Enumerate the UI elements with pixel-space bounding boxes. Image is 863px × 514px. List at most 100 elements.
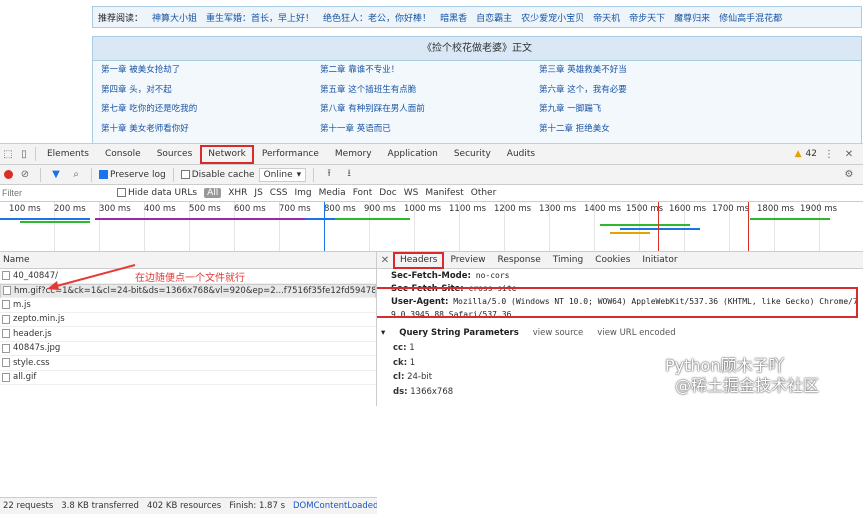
tabbar-right: ▲ 42 ⋮ ✕ bbox=[795, 146, 863, 162]
tab-timing[interactable]: Timing bbox=[547, 252, 589, 269]
gear-icon[interactable]: ⚙ bbox=[841, 167, 857, 183]
tab-cookies[interactable]: Cookies bbox=[589, 252, 636, 269]
record-icon[interactable] bbox=[4, 170, 13, 179]
script-file-icon bbox=[2, 300, 10, 310]
request-name: m.js bbox=[13, 299, 31, 310]
tab-audits[interactable]: Audits bbox=[499, 144, 543, 165]
rec-link[interactable]: 暗黑香 bbox=[440, 11, 467, 24]
type-filter-media[interactable]: Media bbox=[319, 188, 346, 198]
rec-link[interactable]: 帝天机 bbox=[593, 11, 620, 24]
chapter-link[interactable]: 第十一章 英语而已 bbox=[320, 120, 539, 140]
rec-link[interactable]: 魔尊归来 bbox=[674, 11, 710, 24]
request-row[interactable]: m.js bbox=[0, 298, 376, 313]
view-url-encoded-link[interactable]: view URL encoded bbox=[597, 325, 675, 341]
timeline-tick: 1900 ms bbox=[800, 204, 838, 214]
type-filter-all[interactable]: All bbox=[204, 188, 222, 198]
tab-network[interactable]: Network bbox=[200, 144, 254, 164]
user-agent-highlight-box bbox=[377, 287, 858, 318]
chapter-list-panel: 《捡个校花做老婆》正文 第一章 被美女抢劫了 第二章 靠谁不专业！ 第三章 英雄… bbox=[92, 36, 862, 143]
query-params-section[interactable]: ▾ Query String Parameters view source vi… bbox=[377, 325, 863, 341]
network-toolbar: ⊘ ▼ ⌕ Preserve log Disable cache Online ▾… bbox=[0, 165, 863, 185]
type-filter-xhr[interactable]: XHR bbox=[228, 188, 247, 198]
network-overview-timeline[interactable]: 100 ms 200 ms 300 ms 400 ms 500 ms 600 m… bbox=[0, 202, 863, 252]
recommended-label: 推荐阅读： bbox=[98, 13, 144, 24]
timeline-tick: 400 ms bbox=[144, 204, 176, 214]
type-filter-js[interactable]: JS bbox=[254, 188, 262, 198]
request-row[interactable]: zepto.min.js bbox=[0, 313, 376, 327]
detail-tabbar: ✕ Headers Preview Response Timing Cookie… bbox=[377, 252, 863, 269]
chapter-link[interactable]: 第六章 这个，我有必要 bbox=[539, 81, 758, 101]
chapter-link[interactable]: 第十二章 拒绝美女 bbox=[539, 120, 758, 140]
chapter-link[interactable]: 第一章 被美女抢劫了 bbox=[101, 61, 320, 81]
disable-cache-checkbox[interactable]: Disable cache bbox=[180, 169, 255, 180]
type-filter-ws[interactable]: WS bbox=[404, 188, 419, 198]
type-filter-css[interactable]: CSS bbox=[270, 188, 288, 198]
type-filter-doc[interactable]: Doc bbox=[379, 188, 396, 198]
tab-sources[interactable]: Sources bbox=[149, 144, 201, 165]
hide-data-urls-checkbox[interactable]: Hide data URLs bbox=[117, 188, 197, 198]
rec-link[interactable]: 重生军婚：首长，早上好！ bbox=[206, 11, 314, 24]
rec-link[interactable]: 农少爱宠小宝贝 bbox=[521, 11, 584, 24]
status-requests: 22 requests bbox=[3, 501, 54, 511]
stylesheet-file-icon bbox=[2, 358, 10, 368]
type-filter-other[interactable]: Other bbox=[471, 188, 497, 198]
devtools-tabbar: ⬚ ▯ Elements Console Sources Network Per… bbox=[0, 144, 863, 165]
search-icon[interactable]: ⌕ bbox=[68, 167, 84, 183]
request-row[interactable]: all.gif bbox=[0, 371, 376, 385]
type-filter-font[interactable]: Font bbox=[353, 188, 373, 198]
chapter-link[interactable]: 第十章 美女老师看你好 bbox=[101, 120, 320, 140]
tab-memory[interactable]: Memory bbox=[327, 144, 380, 165]
chapter-link[interactable]: 第八章 有种别踩在男人面前 bbox=[320, 100, 539, 120]
chapter-link[interactable]: 第九章 一脚踹飞 bbox=[539, 100, 758, 120]
request-row[interactable]: header.js bbox=[0, 327, 376, 342]
tab-preview[interactable]: Preview bbox=[444, 252, 491, 269]
section-title: Query String Parameters bbox=[399, 328, 519, 338]
tab-security[interactable]: Security bbox=[446, 144, 499, 165]
request-name: header.js bbox=[13, 328, 52, 339]
chapter-link[interactable]: 第三章 英雄救美不好当 bbox=[539, 61, 758, 81]
export-icon[interactable]: ⭳ bbox=[341, 167, 357, 183]
preserve-log-checkbox[interactable]: Preserve log bbox=[99, 169, 166, 180]
device-toolbar-icon[interactable]: ▯ bbox=[16, 146, 32, 162]
filter-icon[interactable]: ▼ bbox=[48, 167, 64, 183]
inspect-element-icon[interactable]: ⬚ bbox=[0, 146, 16, 162]
tab-headers[interactable]: Headers bbox=[393, 252, 445, 269]
tab-initiator[interactable]: Initiator bbox=[636, 252, 683, 269]
more-menu-icon[interactable]: ⋮ bbox=[821, 146, 837, 162]
chapter-link[interactable]: 第七章 吃你的还是吃我的 bbox=[101, 100, 320, 120]
tab-performance[interactable]: Performance bbox=[254, 144, 327, 165]
query-param: ck: 1 bbox=[377, 356, 863, 371]
close-icon[interactable]: ✕ bbox=[841, 146, 857, 162]
tab-console[interactable]: Console bbox=[97, 144, 149, 165]
tab-application[interactable]: Application bbox=[380, 144, 446, 165]
rec-link[interactable]: 帝步天下 bbox=[629, 11, 665, 24]
request-row[interactable]: style.css bbox=[0, 356, 376, 371]
param-key: ck: bbox=[393, 357, 408, 368]
import-icon[interactable]: ⭱ bbox=[321, 167, 337, 183]
request-row[interactable]: 40847s.jpg bbox=[0, 342, 376, 356]
devtools-panel: ⬚ ▯ Elements Console Sources Network Per… bbox=[0, 143, 863, 514]
warning-icon[interactable]: ▲ bbox=[795, 149, 802, 159]
clear-icon[interactable]: ⊘ bbox=[17, 167, 33, 183]
view-source-link[interactable]: view source bbox=[533, 325, 584, 341]
close-detail-icon[interactable]: ✕ bbox=[377, 252, 393, 268]
request-name: style.css bbox=[13, 357, 50, 368]
filter-input[interactable] bbox=[0, 185, 110, 201]
rec-link[interactable]: 神算大小姐 bbox=[152, 11, 197, 24]
network-status-bar: 22 requests 3.8 KB transferred 402 KB re… bbox=[0, 497, 377, 514]
tab-response[interactable]: Response bbox=[492, 252, 547, 269]
type-filter-img[interactable]: Img bbox=[295, 188, 312, 198]
param-value: 1366x768 bbox=[410, 386, 454, 397]
warning-count[interactable]: 42 bbox=[806, 149, 817, 159]
chapter-link[interactable]: 第五章 这个插班生有点脆 bbox=[320, 81, 539, 101]
chapter-link[interactable]: 第二章 靠谁不专业！ bbox=[320, 61, 539, 81]
type-filter-manifest[interactable]: Manifest bbox=[425, 188, 463, 198]
throttle-select[interactable]: Online ▾ bbox=[258, 167, 307, 182]
image-file-icon bbox=[3, 286, 11, 296]
rec-link[interactable]: 自恋霸主 bbox=[476, 11, 512, 24]
rec-link[interactable]: 绝色狂人：老公，你好棒！ bbox=[323, 11, 431, 24]
tab-elements[interactable]: Elements bbox=[39, 144, 97, 165]
param-key: cc: bbox=[393, 343, 407, 353]
chapter-link[interactable]: 第四章 头，对不起 bbox=[101, 81, 320, 101]
rec-link[interactable]: 修仙高手混花都 bbox=[719, 11, 782, 24]
